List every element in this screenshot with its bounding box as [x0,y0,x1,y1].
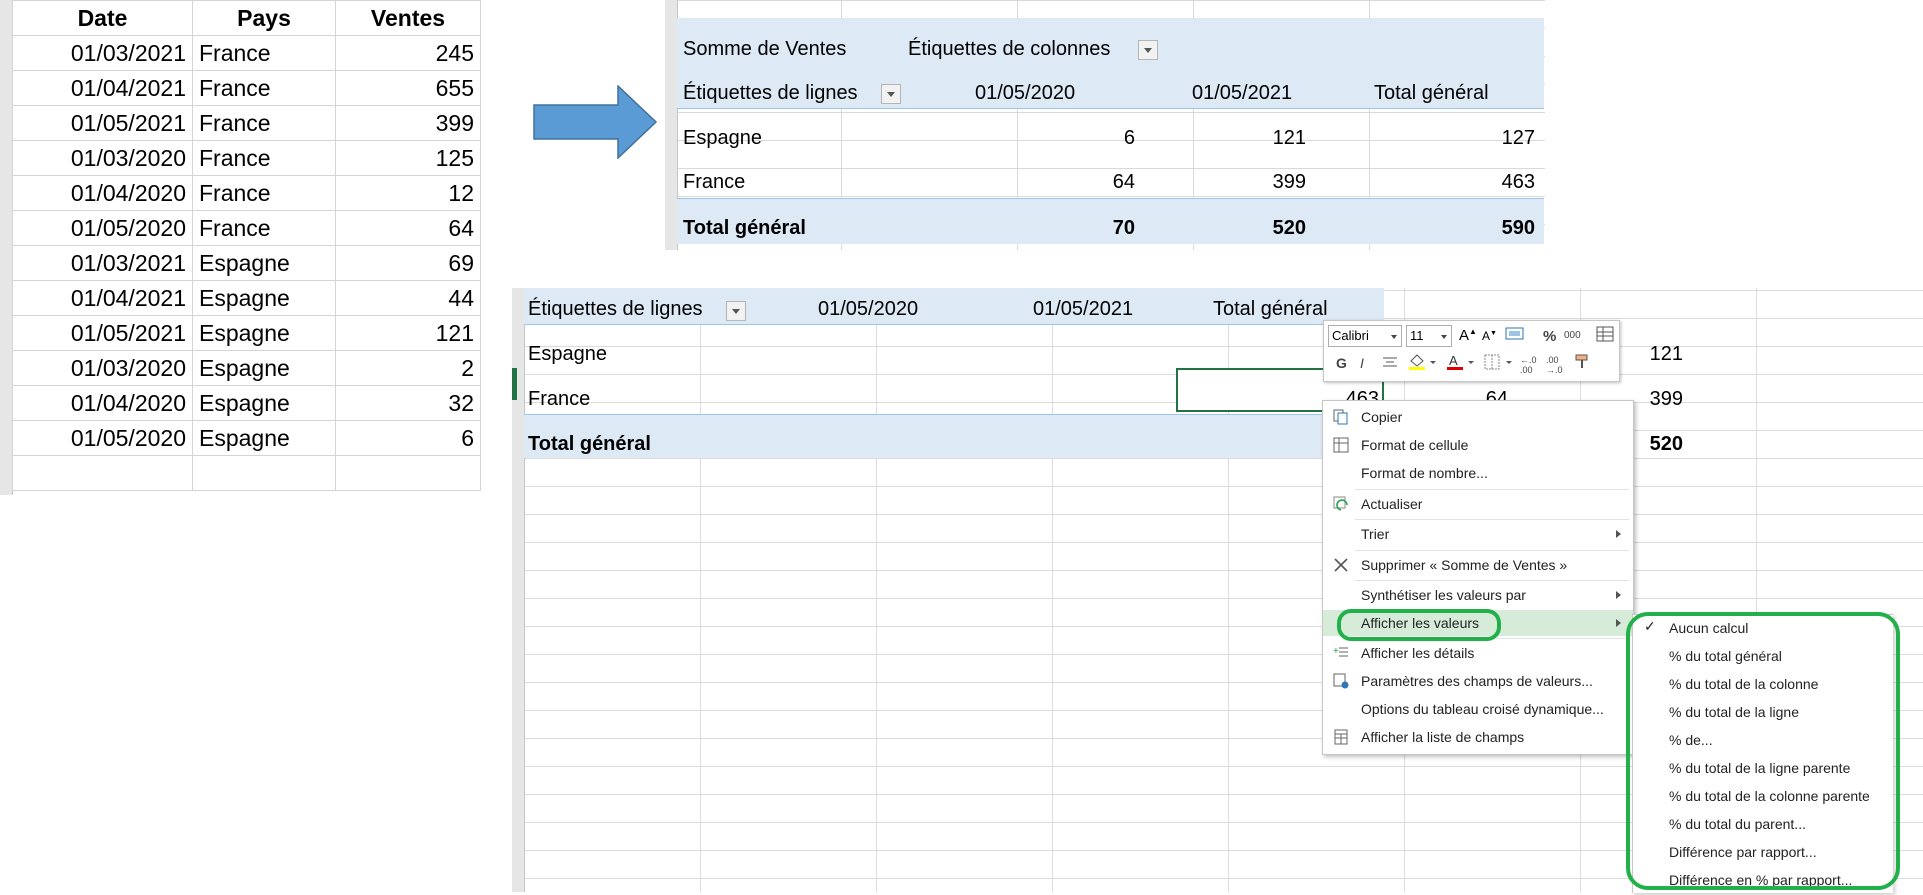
submenu-arrow-icon [1616,619,1621,627]
table-row: 01/03/2020 France 125 [12,140,481,176]
font-color-icon[interactable]: A [1446,353,1476,374]
refresh-icon [1333,496,1348,511]
table-row: 01/04/2021 France 655 [12,70,481,106]
row-label-espagne[interactable]: Espagne [528,342,607,366]
menu-item-parametres-champs[interactable]: Paramètres des champs de valeurs... [1323,668,1633,694]
table-row: 01/05/2021 Espagne 121 [12,315,481,351]
source-data-table: Date Pays Ventes 01/03/2021 France 245 01/… [0,0,490,495]
pivot-value[interactable]: 399 [1650,387,1683,411]
percent-style-button[interactable]: % [1543,328,1556,345]
menu-item-supprimer[interactable]: Supprimer « Somme de Ventes » [1323,552,1633,578]
menu-item-trier[interactable]: Trier [1323,521,1633,547]
table-row: 01/04/2020 France 12 [12,175,481,211]
italic-button[interactable]: I [1360,355,1364,371]
header-ventes[interactable]: Ventes [335,0,481,36]
format-cells-icon [1333,437,1349,453]
field-settings-icon [1333,673,1349,689]
table-row: 01/05/2020 Espagne 6 [12,420,481,456]
context-menu: Copier Format de cellule Format de nombr… [1322,400,1634,755]
pivot-value[interactable]: 121 [1650,342,1683,366]
show-details-icon: + [1333,646,1348,657]
row-label-france[interactable]: France [528,387,590,411]
menu-item-synthetiser[interactable]: Synthétiser les valeurs par [1323,582,1633,608]
table-row: 01/05/2021 France 399 [12,105,481,141]
mini-toolbar: Calibri 11 A▲ A▼ % 000 G I A ←.0.00 .00 →… [1323,320,1620,382]
row-labels-dropdown-icon[interactable] [726,301,746,321]
pivot-table-top: Somme de Ventes Étiquettes de colonnes É… [665,0,1545,250]
number-format-icon[interactable] [1505,326,1527,342]
header-date[interactable]: Date [12,0,193,36]
table-row: 01/03/2020 Espagne 2 [12,350,481,386]
column-header[interactable]: Total général [1374,81,1489,105]
menu-item-liste-champs[interactable]: Afficher la liste de champs [1323,724,1633,750]
menu-item-actualiser[interactable]: Actualiser [1323,491,1633,517]
source-table-grid: Date Pays Ventes 01/03/2021 France 245 01/… [12,0,481,491]
column-header[interactable]: 01/05/2020 [818,297,918,321]
grand-total-value[interactable]: 590 [1502,216,1535,240]
increase-decimal-icon[interactable]: ←.0.00 [1520,355,1537,375]
menu-item-copier[interactable]: Copier [1323,404,1633,430]
table-row: 01/04/2021 Espagne 44 [12,280,481,316]
column-labels-title[interactable]: Étiquettes de colonnes [908,37,1110,61]
column-header[interactable]: 01/05/2021 [1033,297,1133,321]
pivot-value[interactable]: 399 [1273,170,1306,194]
thousands-separator-button[interactable]: 000 [1564,330,1581,341]
svg-text:A: A [1449,353,1458,368]
column-header[interactable]: 01/05/2020 [975,81,1075,105]
grand-total-label[interactable]: Total général [528,432,651,456]
row-labels-title[interactable]: Étiquettes de lignes [528,297,703,321]
column-header[interactable]: Total général [1213,297,1328,321]
menu-item-options-tcd[interactable]: Options du tableau croisé dynamique... [1323,696,1633,722]
format-painter-icon[interactable] [1574,353,1594,374]
row-label-espagne[interactable]: Espagne [683,126,762,150]
menu-item-afficher-details[interactable]: + Afficher les détails [1323,640,1633,666]
svg-text:+: + [1333,646,1339,657]
pivot-value[interactable]: 463 [1502,170,1535,194]
decrease-font-icon[interactable]: A▼ [1482,329,1497,343]
grand-total-value[interactable]: 520 [1650,432,1683,456]
font-size-select[interactable]: 11 [1406,325,1452,347]
table-format-icon[interactable] [1596,326,1614,342]
row-label-france[interactable]: France [683,170,745,194]
menu-item-format-cellule[interactable]: Format de cellule [1323,432,1633,458]
pivot-value[interactable]: 121 [1273,126,1306,150]
table-row: 01/03/2021 Espagne 69 [12,245,481,281]
annotation-highlight-submenu [1626,612,1900,890]
bold-button[interactable]: G [1336,355,1347,371]
grand-total-value[interactable]: 70 [1113,216,1135,240]
values-field-label[interactable]: Somme de Ventes [683,37,846,61]
submenu-arrow-icon [1616,591,1621,599]
grand-total-label[interactable]: Total général [683,216,806,240]
row-labels-title[interactable]: Étiquettes de lignes [683,81,858,105]
fill-color-icon[interactable] [1408,353,1438,374]
borders-icon[interactable] [1484,353,1514,374]
row-labels-dropdown-icon[interactable] [881,84,901,104]
menu-item-format-nombre[interactable]: Format de nombre... [1323,460,1633,486]
font-name-select[interactable]: Calibri [1328,325,1402,347]
pivot-value[interactable]: 127 [1502,126,1535,150]
increase-font-icon[interactable]: A▲ [1459,327,1477,344]
copy-icon [1333,409,1348,425]
pivot-value[interactable]: 6 [1124,126,1135,150]
field-list-icon [1334,729,1348,745]
submenu-arrow-icon [1616,530,1621,538]
filter-dropdown-icon[interactable] [1138,40,1158,60]
align-center-icon[interactable] [1382,355,1398,372]
table-row: 01/05/2020 France 64 [12,210,481,246]
grand-total-value[interactable]: 520 [1273,216,1306,240]
table-row: 01/03/2021 France 245 [12,35,481,71]
right-arrow-icon [533,85,657,159]
annotation-highlight [1337,609,1501,641]
column-header[interactable]: 01/05/2021 [1192,81,1292,105]
remove-icon [1334,558,1348,572]
table-row: 01/04/2020 Espagne 32 [12,385,481,421]
header-pays[interactable]: Pays [192,0,336,36]
decrease-decimal-icon[interactable]: .00 →.0 [1546,355,1563,375]
pivot-value[interactable]: 64 [1113,170,1135,194]
